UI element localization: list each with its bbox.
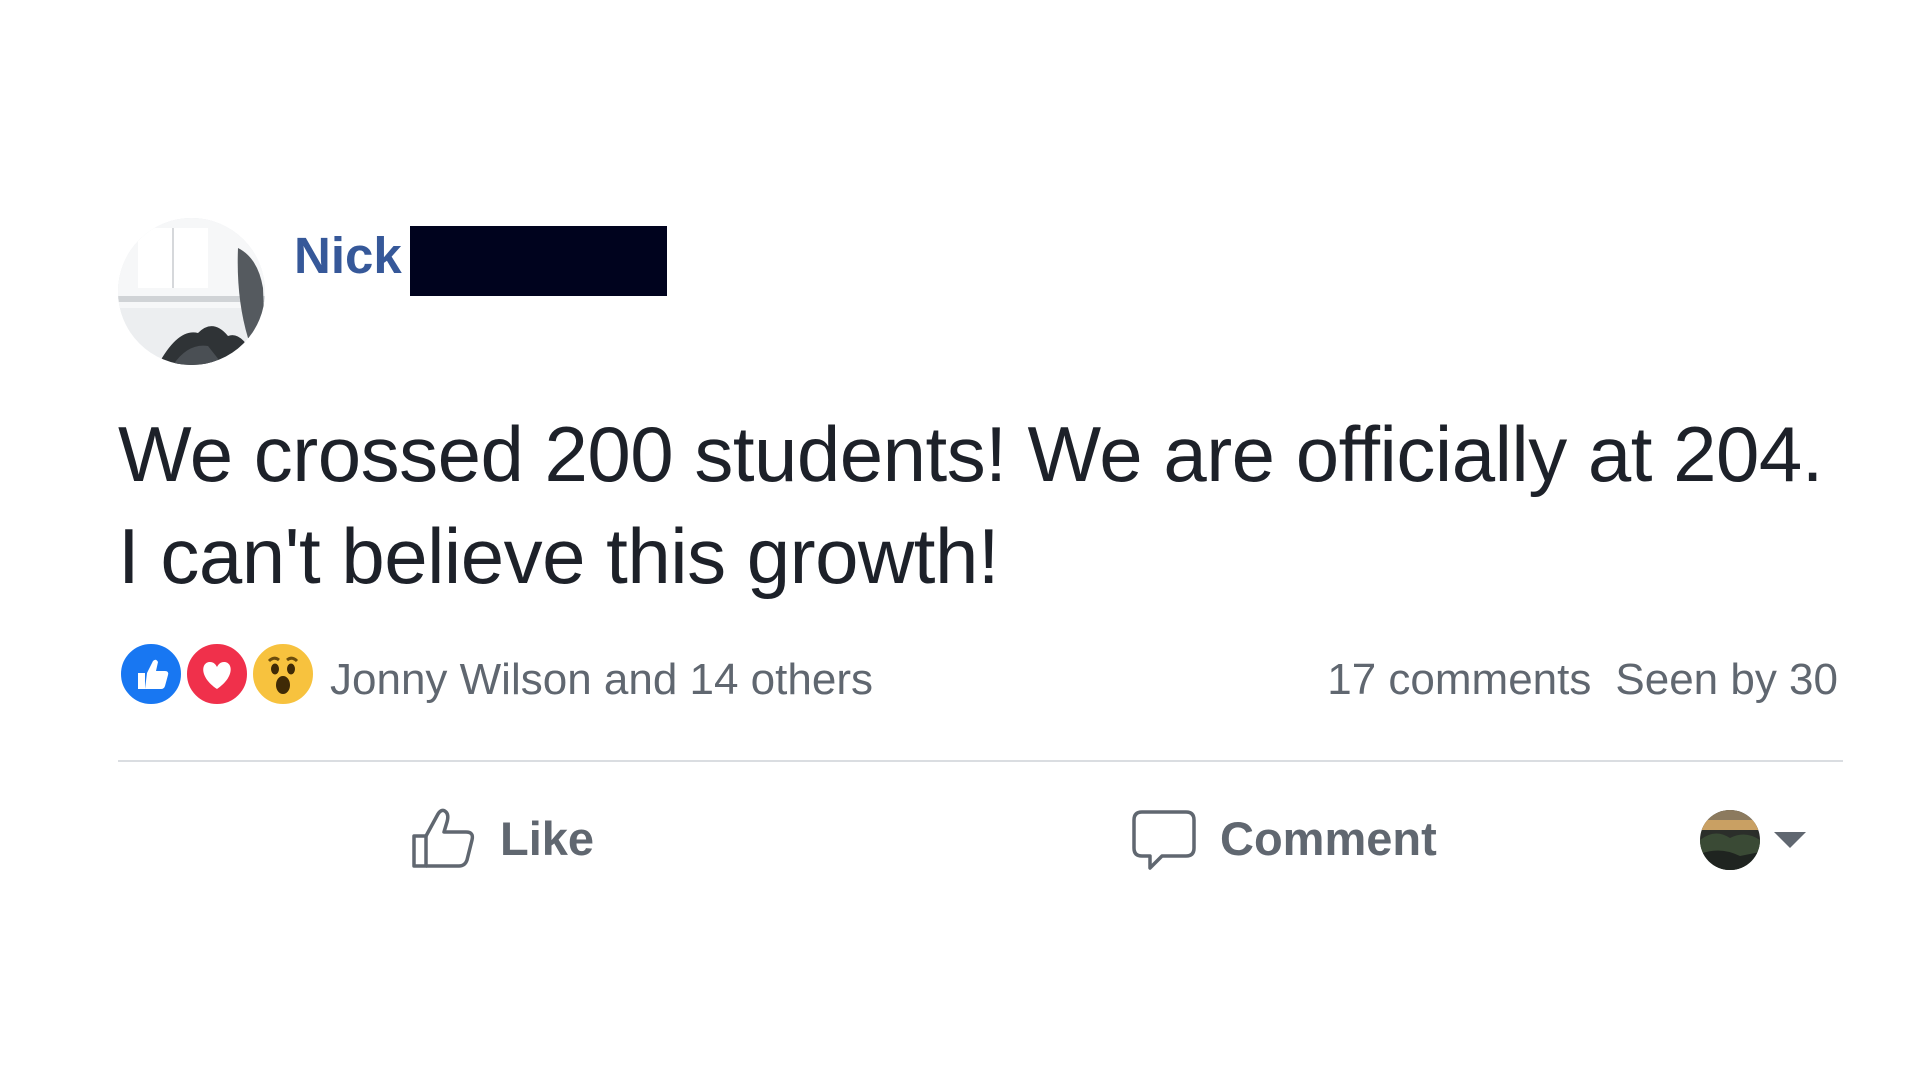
like-label: Like <box>500 811 595 865</box>
seen-by-link[interactable]: Seen by 30 <box>1615 655 1838 704</box>
viewer-avatar <box>1700 810 1760 870</box>
love-icon <box>184 641 250 707</box>
comment-label: Comment <box>1220 811 1437 865</box>
post-text: We crossed 200 students! We are official… <box>118 410 1823 600</box>
avatar-photo-icon <box>118 218 265 365</box>
redaction-box <box>410 226 667 296</box>
like-button[interactable]: Like <box>408 798 594 878</box>
author-name-link[interactable]: Nick <box>294 230 402 281</box>
comment-button[interactable]: Comment <box>1128 798 1437 878</box>
reactions-summary[interactable]: Jonny Wilson and 14 others <box>118 641 918 707</box>
author-avatar[interactable] <box>118 218 265 365</box>
wow-icon <box>250 641 316 707</box>
post-stats: 17 comments Seen by 30 <box>1303 655 1838 705</box>
comment-bubble-icon <box>1132 810 1196 870</box>
landscape-photo-icon <box>1700 810 1760 870</box>
thumbs-up-icon <box>412 808 475 868</box>
divider <box>118 760 1843 762</box>
chevron-down-icon <box>1774 832 1806 848</box>
feed-post: Nick We crossed 200 students! We are off… <box>118 218 1843 918</box>
like-icon <box>118 641 184 707</box>
audience-selector[interactable] <box>1700 810 1806 870</box>
comment-count-link[interactable]: 17 comments <box>1327 655 1591 704</box>
reactor-names[interactable]: Jonny Wilson and 14 others <box>330 655 873 705</box>
